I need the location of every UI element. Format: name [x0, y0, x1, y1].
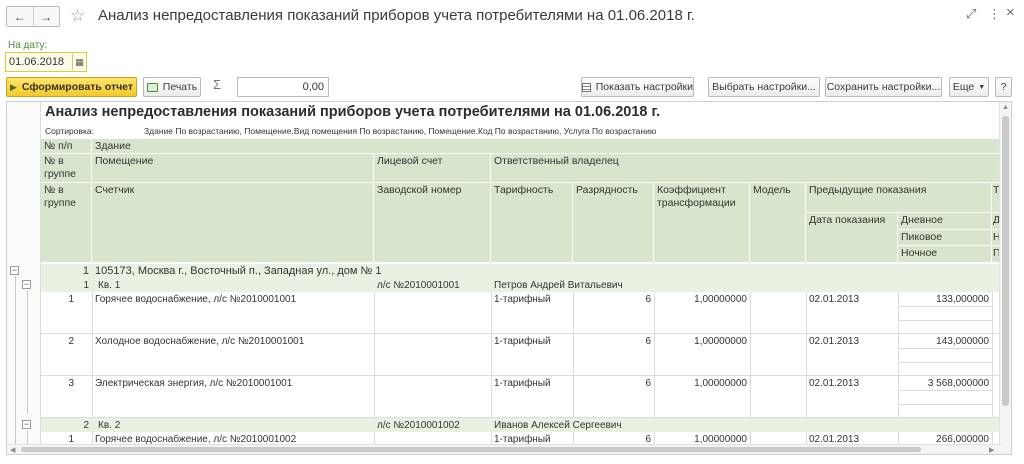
play-icon: ▶: [9, 81, 17, 92]
header-coefficient: Коэффициент трансформации: [654, 183, 750, 263]
more-label: Еще: [952, 81, 975, 93]
more-actions-icon[interactable]: ⋮: [988, 6, 1001, 22]
header-day: Дневное: [898, 213, 992, 230]
group-num: 1: [83, 280, 89, 291]
header-building: Здание: [92, 139, 1001, 154]
save-settings-button[interactable]: Сохранить настройки...: [825, 77, 942, 97]
row-capacity: 6: [645, 294, 651, 305]
row-capacity: 6: [645, 336, 651, 347]
row-coef: 1,00000000: [694, 378, 747, 389]
group-owner: Иванов Алексей Сергеевич: [494, 420, 622, 431]
row-meter: Горячее водоснабжение, л/с №2010001001: [95, 294, 297, 305]
building-num: 1: [82, 265, 89, 277]
header-num-in-group: № в группе: [41, 154, 92, 183]
header-night: Ночное: [898, 246, 992, 263]
header-tariff: Тарифность: [491, 183, 573, 263]
favorite-star-icon[interactable]: ☆: [70, 6, 85, 26]
header-owner: Ответственный владелец: [491, 154, 1001, 183]
header-peak: Пиковое: [898, 230, 992, 246]
header-num: № п/п: [41, 139, 92, 154]
scroll-right-icon[interactable]: ▶: [989, 446, 994, 454]
report-title: Анализ непредоставления показаний прибор…: [45, 104, 661, 120]
group-num: 2: [83, 420, 89, 431]
row-capacity: 6: [645, 378, 651, 389]
date-label: На дату:: [8, 40, 48, 51]
group-name: Кв. 1: [98, 280, 121, 291]
row-num: 2: [68, 336, 74, 347]
horizontal-scrollbar[interactable]: ◀ ▶: [7, 444, 1001, 454]
header-meter: Счетчик: [92, 183, 374, 263]
title-bar: ← → ☆ Анализ непредоставления показаний …: [0, 0, 1024, 34]
settings-icon: [582, 82, 591, 92]
row-tariff: 1-тарифный: [494, 336, 551, 347]
group-name: Кв. 2: [98, 420, 121, 431]
date-value: 01.06.2018: [9, 56, 65, 68]
row-day: 133,000000: [936, 294, 989, 305]
row-date: 02.01.2013: [809, 336, 860, 347]
row-tariff: 1-тарифный: [494, 378, 551, 389]
header-num-in-group-2: № в группе: [41, 183, 92, 263]
link-icon[interactable]: ⤢: [966, 6, 976, 22]
row-coef: 1,00000000: [694, 294, 747, 305]
help-button[interactable]: ?: [995, 77, 1012, 97]
navigation-group: ← →: [6, 6, 60, 27]
collapse-group-icon[interactable]: −: [22, 420, 31, 429]
group-account: л/с №2010001001: [377, 280, 460, 291]
sort-label: Сортировка:: [45, 126, 95, 136]
row-day: 3 568,000000: [927, 378, 989, 389]
print-label: Печать: [162, 81, 198, 93]
report-area[interactable]: Анализ непредоставления показаний прибор…: [6, 101, 1012, 455]
generate-report-button[interactable]: ▶ Сформировать отчет: [6, 77, 137, 97]
header-account: Лицевой счет: [374, 154, 491, 183]
more-button[interactable]: Еще ▼: [949, 77, 989, 97]
collapse-group-icon[interactable]: −: [22, 280, 31, 289]
scroll-up-icon[interactable]: ▲: [1002, 104, 1009, 111]
vertical-scrollbar[interactable]: ▲: [999, 102, 1011, 454]
row-date: 02.01.2013: [809, 378, 860, 389]
group-account: л/с №2010001002: [377, 420, 460, 431]
generate-report-label: Сформировать отчет: [21, 81, 134, 93]
show-settings-label: Показать настройки: [595, 81, 693, 93]
row-coef: 1,00000000: [694, 336, 747, 347]
row-num: 3: [68, 378, 74, 389]
row-tariff: 1-тарифный: [494, 294, 551, 305]
header-previous: Предыдущие показания: [806, 183, 992, 213]
sort-line: Сортировка: Здание По возрастанию, Помещ…: [45, 126, 656, 136]
calendar-icon[interactable]: ▦: [72, 54, 86, 70]
sort-value: Здание По возрастанию, Помещение.Вид пом…: [144, 126, 657, 136]
header-model: Модель: [750, 183, 806, 263]
tree-gutter: [7, 102, 41, 454]
back-button[interactable]: ←: [7, 7, 33, 26]
vertical-scroll-thumb[interactable]: [1002, 116, 1009, 406]
close-icon[interactable]: ×: [1006, 4, 1015, 21]
horizontal-scroll-thumb[interactable]: [21, 447, 921, 452]
chevron-down-icon: ▼: [978, 83, 986, 91]
row-num: 1: [68, 294, 74, 305]
choose-settings-button[interactable]: Выбрать настройки...: [708, 77, 820, 97]
print-button[interactable]: Печать: [143, 77, 201, 97]
row-meter: Электрическая энергия, л/с №2010001001: [95, 378, 293, 389]
header-reading-date: Дата показания: [806, 213, 898, 263]
date-input[interactable]: 01.06.2018 ▦: [5, 52, 87, 72]
scroll-left-icon[interactable]: ◀: [10, 446, 15, 454]
header-capacity: Разрядность: [573, 183, 654, 263]
group-owner: Петров Андрей Витальевич: [494, 280, 623, 291]
window-title: Анализ непредоставления показаний прибор…: [98, 7, 695, 24]
header-premises: Помещение: [92, 154, 374, 183]
sum-field: 0,00: [237, 77, 329, 97]
printer-icon: [146, 82, 158, 92]
header-serial: Заводской номер: [374, 183, 491, 263]
row-meter: Холодное водоснабжение, л/с №2010001001: [95, 336, 305, 347]
row-day: 143,000000: [936, 336, 989, 347]
building-address: 105173, Москва г., Восточный п., Западна…: [95, 265, 382, 277]
row-date: 02.01.2013: [809, 294, 860, 305]
collapse-building-icon[interactable]: −: [10, 266, 19, 275]
forward-button[interactable]: →: [32, 7, 60, 26]
show-settings-button[interactable]: Показать настройки: [581, 77, 694, 97]
sigma-icon: Σ: [213, 77, 222, 92]
